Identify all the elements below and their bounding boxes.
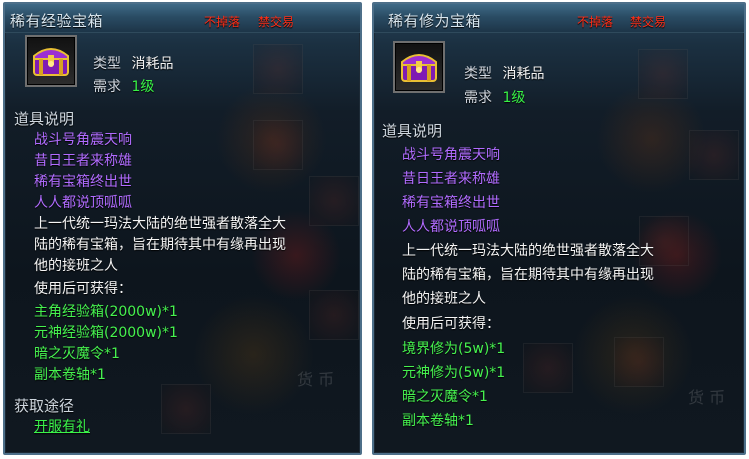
background-currency-watermark: 货 币 (688, 388, 726, 407)
treasure-chest-icon (33, 48, 69, 76)
no-trade-badge: 禁交易 (630, 15, 667, 29)
source-title: 获取途径 (14, 397, 75, 415)
reward-item: 主角经验箱(2000w)*1 (34, 304, 178, 320)
poem-line: 昔日王者来称雄 (402, 171, 500, 187)
poem-line: 稀有宝箱终出世 (34, 174, 132, 190)
background-inventory-slot (638, 49, 688, 99)
no-drop-badge: 不掉落 (204, 15, 241, 29)
background-inventory-slot (161, 384, 211, 434)
background-inventory-slot (253, 120, 303, 170)
description-line: 他的接班之人 (34, 258, 118, 274)
item-type-row: 类型 消耗品 (93, 53, 173, 73)
item-type-row: 类型 消耗品 (464, 63, 544, 83)
item-type-value: 消耗品 (131, 56, 174, 72)
tooltip-comparison: 货 币 稀有经验宝箱 不掉落 禁交易 类型 消耗品 需求 1级 道具说明 战斗号… (0, 0, 749, 459)
item-requirement-row: 需求 1级 (464, 87, 525, 107)
item-requirement-value: 1级 (502, 90, 526, 106)
reward-item: 境界修为(5w)*1 (402, 341, 506, 357)
reward-item: 暗之灭魔令*1 (34, 346, 120, 362)
treasure-chest-icon (401, 54, 437, 82)
item-icon-frame (393, 41, 445, 93)
background-inventory-slot (523, 343, 573, 393)
background-inventory-slot (689, 130, 739, 180)
source-link[interactable]: 开服有礼 (34, 418, 90, 436)
reward-item: 元神修为(5w)*1 (402, 365, 506, 381)
poem-line: 战斗号角震天响 (34, 132, 132, 148)
reward-header: 使用后可获得： (402, 316, 500, 332)
reward-item: 副本卷轴*1 (34, 367, 106, 383)
item-tooltip-experience-chest: 货 币 稀有经验宝箱 不掉落 禁交易 类型 消耗品 需求 1级 道具说明 战斗号… (3, 2, 362, 455)
background-inventory-slot (309, 290, 359, 340)
poem-line: 人人都说顶呱呱 (34, 195, 132, 211)
background-inventory-slot (614, 337, 664, 387)
item-tooltip-cultivation-chest: 货 币 稀有修为宝箱 不掉落 禁交易 类型 消耗品 需求 1级 道具说明 战斗号… (372, 2, 746, 455)
description-title: 道具说明 (382, 122, 443, 140)
item-icon-frame (25, 35, 77, 87)
background-inventory-slot (253, 44, 303, 94)
item-requirement-label: 需求 (93, 79, 121, 95)
reward-header: 使用后可获得： (34, 281, 132, 297)
no-drop-badge: 不掉落 (577, 15, 614, 29)
reward-item: 暗之灭魔令*1 (402, 389, 488, 405)
description-line: 陆的稀有宝箱，旨在期待其中有缘再出现 (34, 237, 286, 253)
item-type-value: 消耗品 (502, 66, 545, 82)
background-inventory-slot (309, 176, 359, 226)
item-title: 稀有修为宝箱 (388, 12, 482, 30)
item-requirement-label: 需求 (464, 90, 492, 106)
no-trade-badge: 禁交易 (258, 15, 295, 29)
poem-line: 人人都说顶呱呱 (402, 219, 500, 235)
reward-item: 副本卷轴*1 (402, 413, 474, 429)
poem-line: 昔日王者来称雄 (34, 153, 132, 169)
description-line: 上一代统一玛法大陆的绝世强者散落全大 (402, 243, 654, 259)
reward-item: 元神经验箱(2000w)*1 (34, 325, 178, 341)
poem-line: 稀有宝箱终出世 (402, 195, 500, 211)
description-title: 道具说明 (14, 110, 75, 128)
description-line: 上一代统一玛法大陆的绝世强者散落全大 (34, 216, 286, 232)
item-requirement-value: 1级 (131, 79, 155, 95)
description-line: 他的接班之人 (402, 291, 486, 307)
background-currency-watermark: 货 币 (297, 370, 335, 389)
item-title: 稀有经验宝箱 (10, 12, 104, 30)
poem-line: 战斗号角震天响 (402, 147, 500, 163)
item-requirement-row: 需求 1级 (93, 76, 154, 96)
description-line: 陆的稀有宝箱，旨在期待其中有缘再出现 (402, 267, 654, 283)
item-type-label: 类型 (93, 56, 121, 72)
item-type-label: 类型 (464, 66, 492, 82)
